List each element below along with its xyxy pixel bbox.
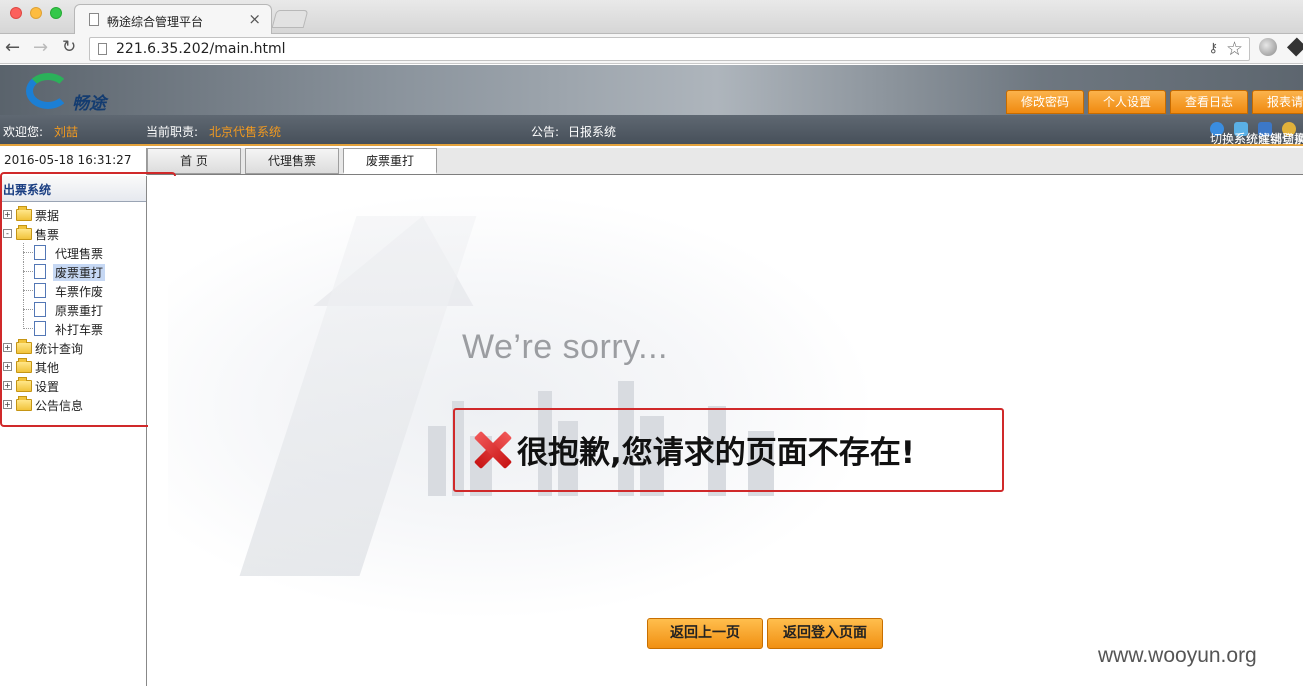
switch-role-label: 切换职责	[1282, 132, 1303, 146]
browser-tab-title: 畅途综合管理平台	[107, 15, 204, 29]
watermark-text: www.wooyun.org	[1098, 644, 1257, 667]
page-icon	[89, 13, 99, 26]
error-message: 很抱歉,您请求的页面不存在!	[517, 435, 915, 471]
report-request-button[interactable]: 报表请求	[1252, 90, 1303, 114]
error-message-box: 很抱歉,您请求的页面不存在!	[453, 408, 1004, 492]
back-arrow-icon[interactable]: ←	[5, 37, 20, 58]
logout-link[interactable]: 注销登录	[1258, 122, 1303, 146]
page-icon	[98, 43, 107, 55]
logo-swoosh-icon	[26, 73, 70, 109]
tab-void-reprint[interactable]: 废票重打	[343, 148, 437, 174]
logo: 畅途	[26, 69, 121, 114]
tab-home[interactable]: 首 页	[147, 148, 241, 174]
personal-settings-button[interactable]: 个人设置	[1088, 90, 1167, 114]
logo-text: 畅途	[72, 94, 106, 114]
notice-text[interactable]: 日报系统	[568, 123, 616, 140]
forward-arrow-icon[interactable]: →	[33, 37, 48, 58]
datetime: 2016-05-18 16:31:27	[0, 148, 147, 175]
building	[428, 426, 446, 496]
app-header: 畅途 修改密码 个人设置 查看日志 报表请求	[0, 65, 1303, 115]
info-bar: 欢迎您: 刘喆 当前职责: 北京代售系统 公告: 日报系统 切换系统 系统解绑 …	[0, 115, 1303, 146]
unbind-system-link[interactable]: 系统解绑	[1234, 122, 1282, 146]
info-links: 切换系统 系统解绑 注销登录 切换职责	[1204, 122, 1303, 146]
zoom-window-icon[interactable]	[50, 7, 62, 19]
bookmark-star-icon[interactable]: ☆	[1226, 38, 1243, 60]
back-button[interactable]: 返回上一页	[647, 618, 763, 649]
tab-agent-ticketing[interactable]: 代理售票	[245, 148, 339, 174]
switch-role-link[interactable]: 切换职责	[1282, 122, 1303, 146]
address-bar[interactable]: 221.6.35.202/main.html ⚷ ☆	[89, 37, 1250, 61]
minimize-window-icon[interactable]	[30, 7, 42, 19]
notice-label: 公告:	[531, 125, 560, 139]
error-x-icon	[472, 430, 512, 470]
main-content: We’re sorry... 很抱歉,您请求的页面不存在! 返回上一页 返回登入…	[148, 176, 1303, 686]
new-tab-button[interactable]	[271, 10, 309, 28]
globe-extension-icon[interactable]	[1259, 38, 1277, 56]
url-text[interactable]: 221.6.35.202/main.html	[116, 41, 286, 57]
view-log-button[interactable]: 查看日志	[1170, 90, 1249, 114]
page-tab-bar: 首 页 代理售票 废票重打	[147, 148, 1303, 175]
change-password-button[interactable]: 修改密码	[1006, 90, 1085, 114]
close-window-icon[interactable]	[10, 7, 22, 19]
back-to-login-button[interactable]: 返回登入页面	[767, 618, 883, 649]
browser-toolbar: ← → ↻ 221.6.35.202/main.html ⚷ ☆	[0, 34, 1303, 64]
role-label: 当前职责:	[146, 125, 199, 139]
tab-close-icon[interactable]: ×	[248, 10, 261, 28]
key-icon[interactable]: ⚷	[1208, 41, 1218, 56]
sorry-heading: We’re sorry...	[462, 328, 668, 366]
browser-tab-strip: 畅途综合管理平台 ×	[0, 0, 1303, 35]
switch-system-link[interactable]: 切换系统	[1210, 122, 1258, 146]
browser-tab[interactable]: 畅途综合管理平台 ×	[74, 4, 272, 35]
role-name: 北京代售系统	[209, 125, 282, 139]
welcome-label: 欢迎您:	[3, 125, 44, 139]
header-buttons: 修改密码 个人设置 查看日志 报表请求	[1006, 90, 1303, 114]
user-name: 刘喆	[54, 125, 79, 139]
reload-icon[interactable]: ↻	[62, 37, 76, 57]
